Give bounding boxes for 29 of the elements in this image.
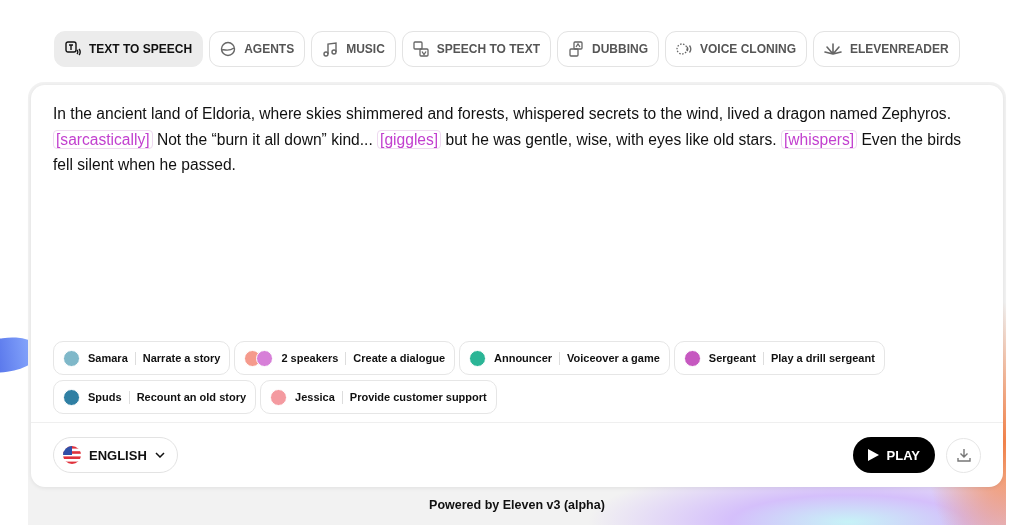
voice-chip[interactable]: Samara Narrate a story	[53, 341, 231, 375]
transcribe-icon	[412, 41, 429, 57]
voice-chip[interactable]: 2 speakers Create a dialogue	[234, 341, 455, 375]
play-button[interactable]: PLAY	[852, 437, 935, 473]
play-icon	[867, 449, 879, 461]
download-button[interactable]	[946, 437, 981, 473]
tab[interactable]: VOICE CLONING	[664, 31, 807, 67]
voice-wave-icon	[675, 41, 692, 57]
tab[interactable]: ELEVENREADER	[813, 31, 960, 67]
chevron-down-icon	[154, 452, 165, 458]
story-text[interactable]: In the ancient land of Eldoria, where skies shimmered and forests, whispered secrets to the wind, lived a dragon named Zephyros. [sarcastically] Not the “burn it all down” kind... [giggles] but he was gentle, wise, with eyes like old stars. [whispers] Even the birds fell silent when he passed.	[31, 85, 1003, 341]
voice-chip[interactable]: Spuds Recount an old story	[53, 380, 257, 414]
burst-icon	[824, 41, 842, 57]
dubbing-icon	[567, 41, 584, 57]
download-icon	[956, 448, 971, 462]
music-note-icon	[322, 41, 339, 57]
footer-text: Powered by Eleven v3 (alpha)	[428, 497, 606, 512]
tab[interactable]: AGENTS	[209, 31, 306, 67]
voice-chip[interactable]: Sergeant Play a drill sergeant	[673, 341, 885, 375]
voice-chip[interactable]: Announcer Voiceover a game	[459, 341, 670, 375]
language-selector[interactable]: ENGLISH	[53, 437, 178, 473]
agent-icon	[220, 41, 237, 57]
tab[interactable]: MUSIC	[311, 31, 396, 67]
tab[interactable]: TEXT TO SPEECH	[54, 31, 204, 67]
speech-icon	[65, 41, 81, 57]
tab[interactable]: DUBBING	[556, 31, 659, 67]
flag-icon	[63, 446, 81, 464]
tab[interactable]: SPEECH TO TEXT	[401, 31, 551, 67]
voice-chip[interactable]: Jessica Provide customer support	[260, 380, 497, 414]
